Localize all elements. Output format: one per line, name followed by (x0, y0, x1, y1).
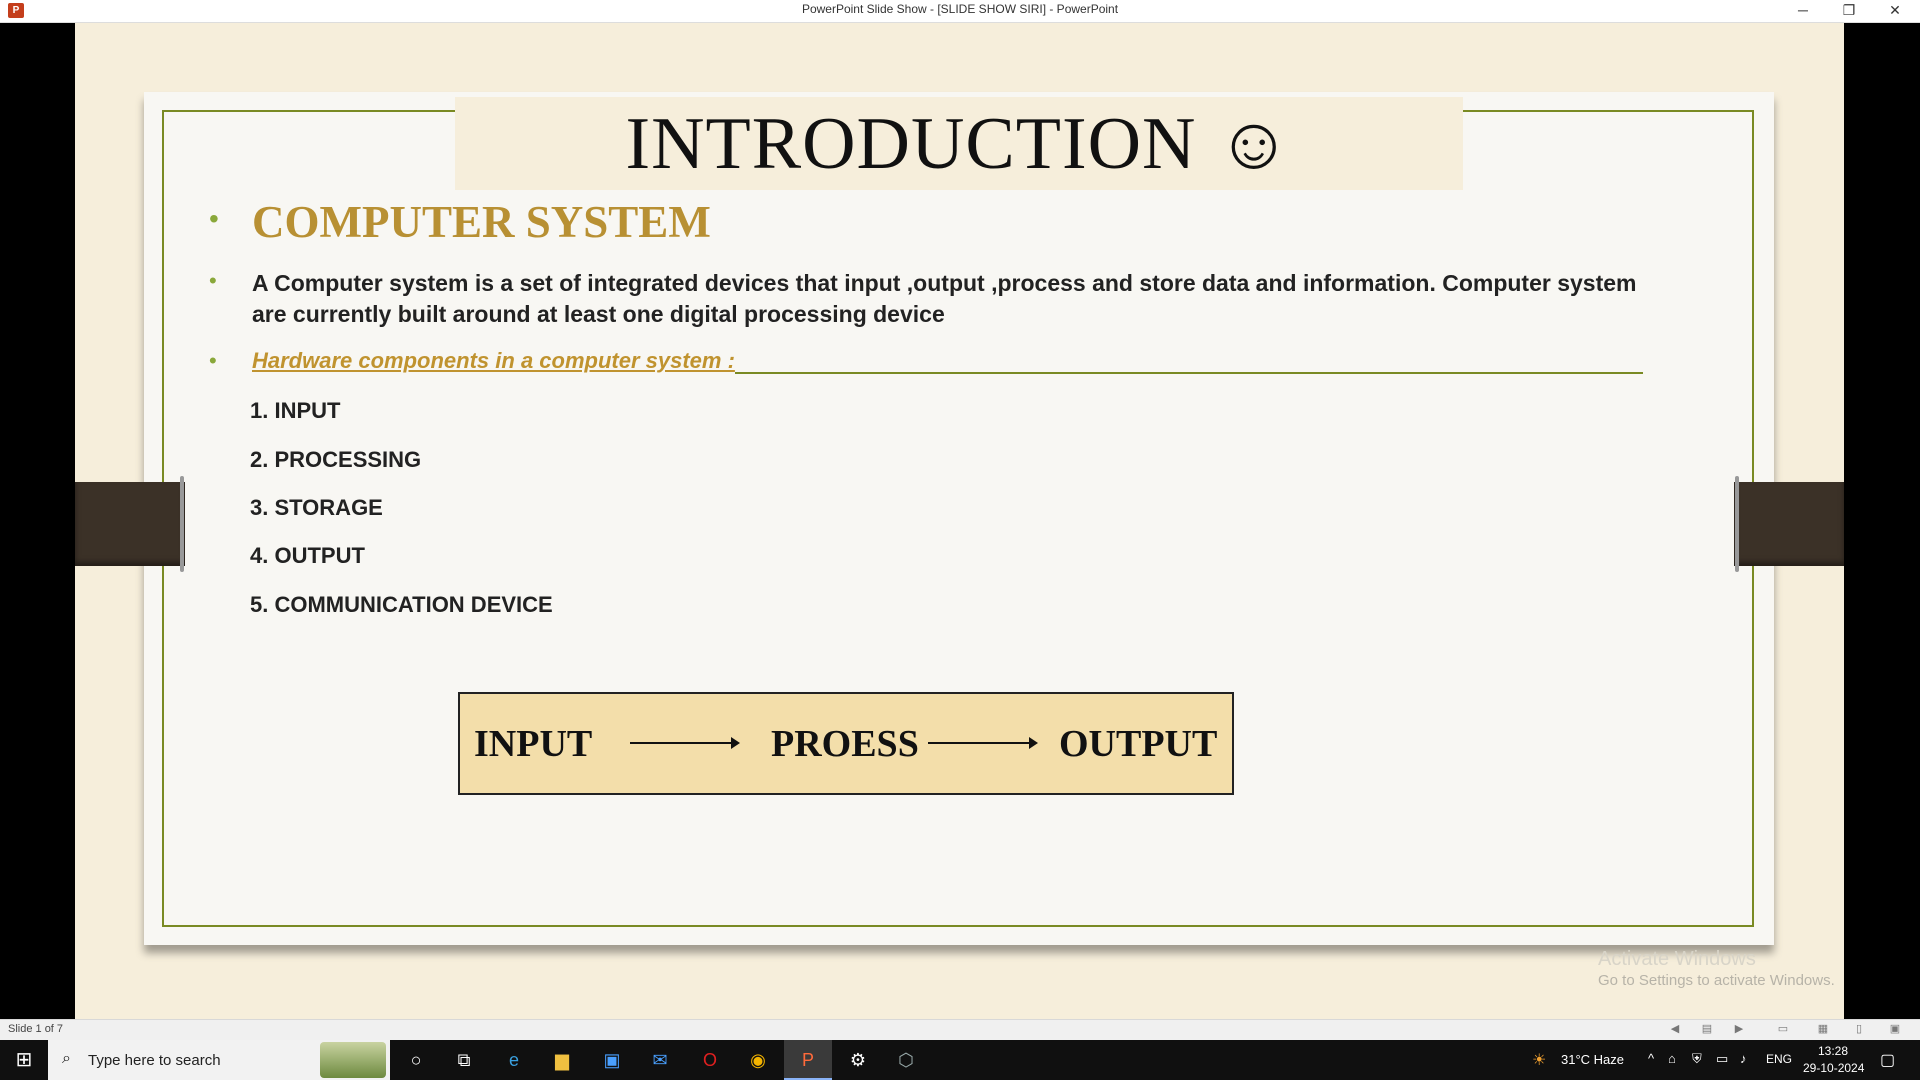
subheading-rule (735, 372, 1643, 374)
title-bar: P PowerPoint Slide Show - [SLIDE SHOW SI… (0, 0, 1920, 23)
window-title: PowerPoint Slide Show - [SLIDE SHOW SIRI… (801, 2, 1119, 16)
network-icon[interactable]: ▭ (1716, 1051, 1728, 1067)
list-item: 2. PROCESSING (250, 447, 422, 472)
settings-gear-icon[interactable]: ⚙ (834, 1040, 882, 1080)
minimize-button[interactable]: ─ (1780, 0, 1826, 22)
opera-browser-icon[interactable]: O (686, 1040, 734, 1080)
tray-app-icon[interactable]: ⌂ (1668, 1051, 1676, 1066)
slide-title: INTRODUCTION ☺ (625, 103, 1293, 185)
search-icon: ⌕ (62, 1050, 71, 1067)
activation-watermark-title: Activate Windows (1598, 948, 1756, 970)
flow-arrow-icon (630, 737, 740, 749)
chrome-browser-icon[interactable]: ◉ (734, 1040, 782, 1080)
app-cube-icon[interactable]: ⬡ (882, 1040, 930, 1080)
notification-center-icon[interactable]: ▢ (1880, 1050, 1895, 1070)
file-explorer-icon[interactable]: ▆ (538, 1040, 586, 1080)
cortana-icon[interactable]: ○ (392, 1040, 440, 1080)
list-item: 4. OUTPUT (250, 543, 365, 568)
list-item: 3. STORAGE (250, 495, 383, 520)
taskbar-search[interactable]: ⌕ Type here to search (48, 1040, 390, 1080)
show-hidden-icons-chevron-icon[interactable]: ^ (1648, 1051, 1654, 1066)
clock-date[interactable]: 29-10-2024 (1803, 1061, 1864, 1075)
language-indicator[interactable]: ENG (1766, 1052, 1792, 1066)
slide-menu-icon[interactable]: ▤ (1700, 1023, 1714, 1035)
decorative-tab-right (1734, 482, 1844, 566)
previous-slide-icon[interactable]: ◀ (1668, 1023, 1682, 1035)
bullet-icon: • (209, 203, 219, 234)
edge-browser-icon[interactable]: e (490, 1040, 538, 1080)
windows-start-icon[interactable]: ⊞ (0, 1040, 48, 1080)
activation-watermark-text: Go to Settings to activate Windows. (1598, 972, 1835, 989)
volume-icon[interactable]: ♪ (1740, 1051, 1747, 1066)
task-view-icon[interactable]: ⧉ (440, 1040, 488, 1080)
microsoft-store-icon[interactable]: ▣ (588, 1040, 636, 1080)
decorative-tab-left (75, 482, 185, 566)
slideshow-view-icon[interactable]: ▣ (1888, 1023, 1902, 1035)
flow-input-label: INPUT (474, 723, 593, 765)
bullet-icon: • (209, 268, 217, 293)
hardware-subheading: Hardware components in a computer system… (252, 348, 735, 373)
flow-process-label: PROESS (771, 723, 919, 765)
search-highlight-image (320, 1042, 386, 1078)
weather-text[interactable]: 31°C Haze (1561, 1052, 1624, 1067)
weather-icon[interactable]: ☀ (1532, 1050, 1546, 1070)
flow-output-label: OUTPUT (1059, 723, 1218, 765)
bullet-icon: • (209, 348, 217, 373)
decorative-pin-left (180, 476, 184, 572)
restore-button[interactable]: ❐ (1826, 0, 1872, 22)
status-bar: Slide 1 of 7 ◀ ▤ ▶ ▭ ▦ ▯ ▣ (0, 1019, 1920, 1040)
tray-security-icon[interactable]: ⛨ (1692, 1051, 1702, 1067)
slide-sorter-icon[interactable]: ▦ (1816, 1023, 1830, 1035)
close-button[interactable]: ✕ (1872, 0, 1918, 22)
reading-view-icon[interactable]: ▯ (1852, 1023, 1866, 1035)
mail-icon[interactable]: ✉ (636, 1040, 684, 1080)
taskbar: ⊞ ⌕ Type here to search ○ ⧉ e ▆ ▣ ✉ O ◉ … (0, 1040, 1920, 1080)
definition-paragraph: A Computer system is a set of integrated… (252, 270, 1637, 327)
clock-time[interactable]: 13:28 (1818, 1044, 1848, 1058)
powerpoint-taskbar-icon[interactable]: P (784, 1040, 832, 1080)
flow-arrow-icon (928, 737, 1038, 749)
slide-indicator: Slide 1 of 7 (8, 1023, 64, 1035)
normal-view-icon[interactable]: ▭ (1776, 1023, 1790, 1035)
search-placeholder: Type here to search (88, 1052, 221, 1069)
list-item: 5. COMMUNICATION DEVICE (250, 592, 553, 617)
section-heading: COMPUTER SYSTEM (252, 197, 711, 247)
next-slide-icon[interactable]: ▶ (1732, 1023, 1746, 1035)
decorative-pin-right (1735, 476, 1739, 572)
list-item: 1. INPUT (250, 398, 341, 423)
